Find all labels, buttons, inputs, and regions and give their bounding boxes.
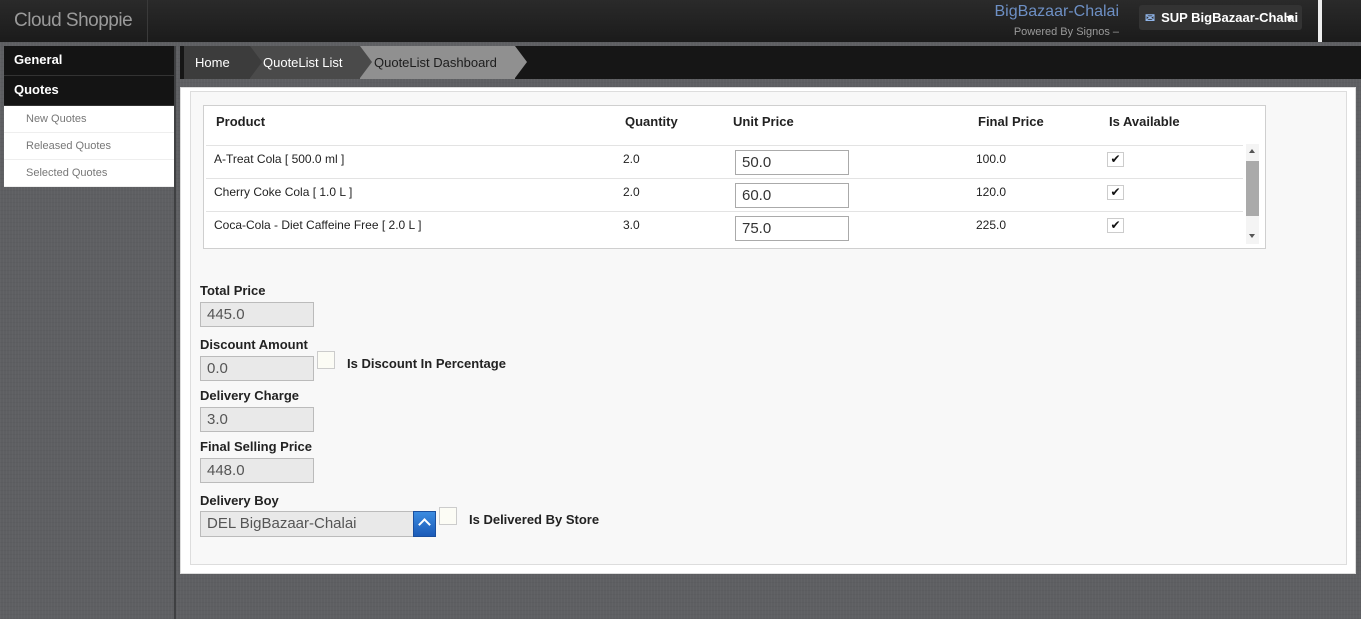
quote-items-table: Product Quantity Unit Price Final Price … [203, 105, 1266, 249]
column-header-product[interactable]: Product [216, 114, 265, 129]
user-menu-button[interactable]: ✉ SUP BigBazaar-Chalai [1139, 5, 1302, 30]
store-name: BigBazaar-Chalai [994, 3, 1119, 20]
final-price-cell: 100.0 [976, 152, 1007, 166]
discount-percentage-checkbox[interactable] [317, 351, 335, 369]
quantity-cell: 2.0 [623, 185, 640, 199]
table-row[interactable]: A-Treat Cola [ 500.0 ml ] 2.0 50.0 100.0… [206, 145, 1243, 178]
chevron-up-icon [418, 518, 431, 531]
envelope-icon: ✉ [1145, 11, 1156, 25]
total-price-label: Total Price [200, 283, 266, 298]
sidebar-divider [174, 46, 176, 619]
main-panel: Product Quantity Unit Price Final Price … [180, 87, 1356, 574]
delivery-boy-label: Delivery Boy [200, 493, 279, 508]
is-available-checkbox[interactable]: ✔ [1107, 218, 1124, 233]
table-row[interactable]: Coca-Cola - Diet Caffeine Free [ 2.0 L ]… [206, 211, 1243, 244]
sidebar-section-general[interactable]: General [4, 46, 174, 76]
delivery-boy-select[interactable]: DEL BigBazaar-Chalai [200, 511, 414, 537]
discount-percentage-label: Is Discount In Percentage [347, 356, 506, 371]
product-cell: A-Treat Cola [ 500.0 ml ] [214, 152, 345, 166]
final-selling-price-field: 448.0 [200, 458, 314, 483]
breadcrumb-quotelist-dashboard: QuoteList Dashboard [360, 46, 527, 79]
breadcrumb-arrow [515, 46, 527, 78]
final-selling-price-label: Final Selling Price [200, 439, 312, 454]
topbar-divider [1318, 0, 1322, 42]
caret-down-icon [1286, 16, 1294, 21]
table-scrollbar[interactable] [1246, 144, 1259, 244]
breadcrumb-home-label: Home [195, 55, 230, 70]
scroll-up-icon[interactable] [1249, 149, 1255, 153]
breadcrumb-arrow [360, 46, 372, 78]
app-title[interactable]: Cloud Shoppie [0, 0, 148, 42]
final-price-cell: 120.0 [976, 185, 1007, 199]
quantity-cell: 2.0 [623, 152, 640, 166]
delivered-by-store-checkbox[interactable] [439, 507, 457, 525]
column-header-quantity[interactable]: Quantity [625, 114, 678, 129]
user-label: SUP BigBazaar-Chalai [1161, 10, 1299, 25]
scrollbar-thumb[interactable] [1246, 161, 1259, 216]
top-navbar: Cloud Shoppie BigBazaar-Chalai Powered B… [0, 0, 1361, 42]
delivery-charge-label: Delivery Charge [200, 388, 299, 403]
column-header-final-price[interactable]: Final Price [978, 114, 1044, 129]
unit-price-input[interactable]: 50.0 [735, 150, 849, 175]
discount-amount-field[interactable]: 0.0 [200, 356, 314, 381]
powered-by-text: Powered By Signos – [1013, 26, 1119, 38]
breadcrumb-arrow [250, 46, 262, 78]
breadcrumb: Home QuoteList List QuoteList Dashboard [180, 46, 1361, 79]
is-available-checkbox[interactable]: ✔ [1107, 152, 1124, 167]
delivered-by-store-label: Is Delivered By Store [469, 512, 600, 527]
column-header-is-available[interactable]: Is Available [1109, 114, 1180, 129]
sidebar-section-quotes[interactable]: Quotes [4, 76, 174, 106]
sidebar: General Quotes New Quotes Released Quote… [4, 46, 174, 187]
unit-price-input[interactable]: 60.0 [735, 183, 849, 208]
sidebar-item-selected-quotes[interactable]: Selected Quotes [4, 160, 174, 187]
discount-amount-label: Discount Amount [200, 337, 308, 352]
product-cell: Coca-Cola - Diet Caffeine Free [ 2.0 L ] [214, 218, 422, 232]
delivery-charge-field[interactable]: 3.0 [200, 407, 314, 432]
quote-form-container: Product Quantity Unit Price Final Price … [190, 91, 1347, 565]
column-header-unit-price[interactable]: Unit Price [733, 114, 794, 129]
breadcrumb-quotelist-list-label: QuoteList List [263, 55, 343, 70]
table-row[interactable]: Cherry Coke Cola [ 1.0 L ] 2.0 60.0 120.… [206, 178, 1243, 211]
quantity-cell: 3.0 [623, 218, 640, 232]
product-cell: Cherry Coke Cola [ 1.0 L ] [214, 185, 353, 199]
delivery-boy-dropdown-button[interactable] [413, 511, 436, 537]
total-price-field: 445.0 [200, 302, 314, 327]
breadcrumb-quotelist-dashboard-label: QuoteList Dashboard [374, 55, 497, 70]
sidebar-item-new-quotes[interactable]: New Quotes [4, 106, 174, 133]
breadcrumb-quotelist-list[interactable]: QuoteList List [250, 46, 372, 79]
final-price-cell: 225.0 [976, 218, 1007, 232]
breadcrumb-home[interactable]: Home [184, 46, 262, 79]
unit-price-input[interactable]: 75.0 [735, 216, 849, 241]
scroll-down-icon[interactable] [1249, 234, 1255, 238]
is-available-checkbox[interactable]: ✔ [1107, 185, 1124, 200]
sidebar-submenu: New Quotes Released Quotes Selected Quot… [4, 106, 174, 187]
sidebar-item-released-quotes[interactable]: Released Quotes [4, 133, 174, 160]
